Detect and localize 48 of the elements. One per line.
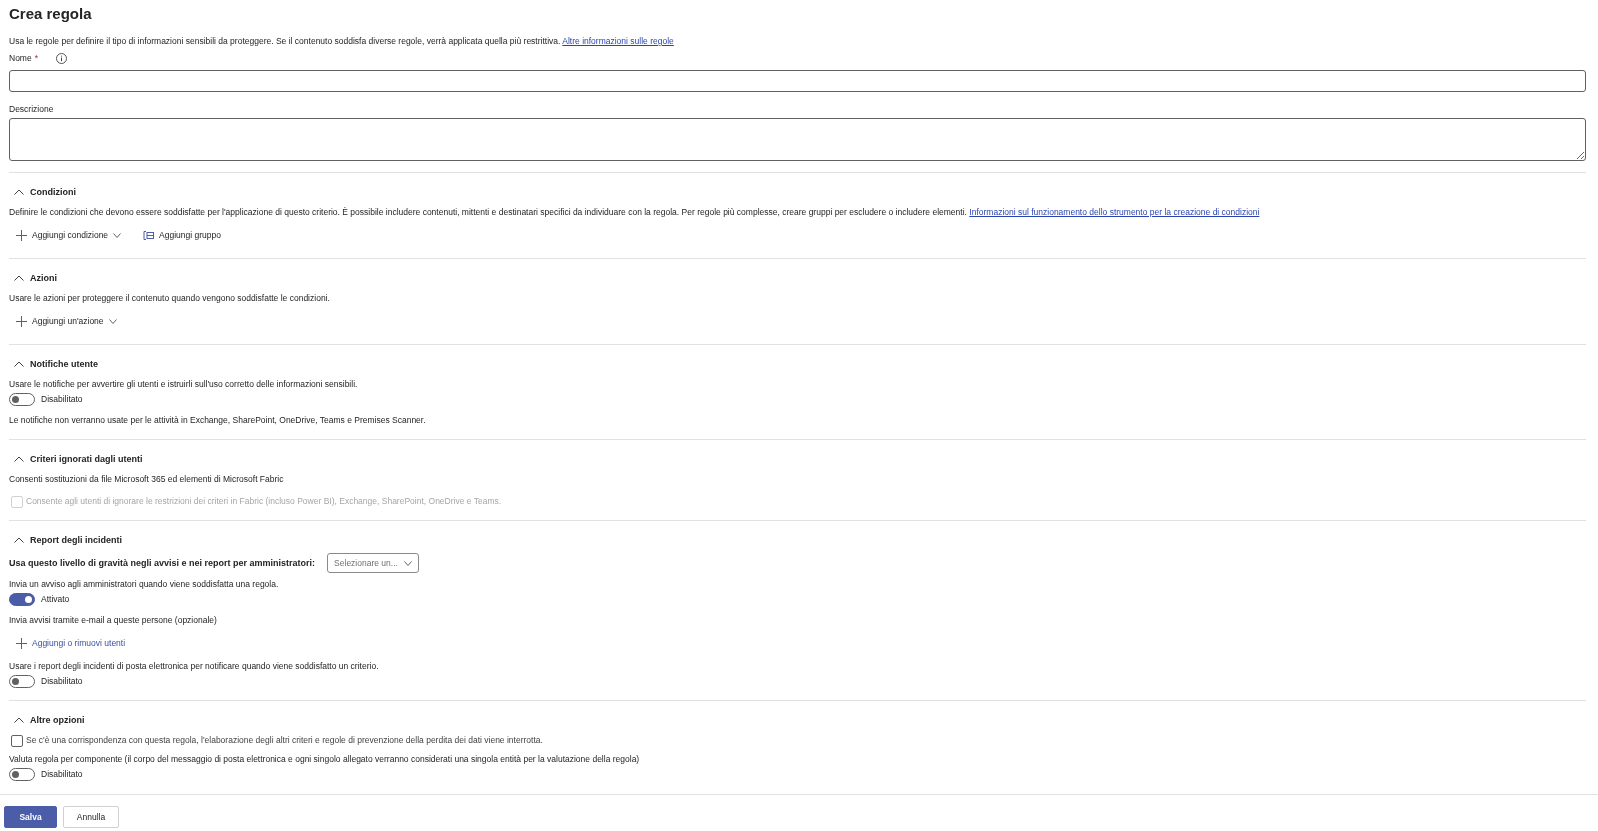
toggle-label: Disabilitato xyxy=(41,393,83,406)
plus-icon xyxy=(16,229,27,241)
section-text: Usare le azioni per proteggere il contenuto quando vengono soddisfatte le condizioni. xyxy=(9,292,331,305)
section-text: Usare i report degli incidenti di posta elettronica per notificare quando viene soddisfatto un criterio. xyxy=(9,660,380,673)
section-text: Definire le condizioni che devono essere soddisfatte per l'applicazione di questo criterio. È possibile includere contenuti, mittenti e destinatari specifici da individuare con la regola. Per regole più complesse, creare gruppi per escludere o includere elementi. Informazioni sul funzionamento dello strumento per la creazione di condizioni xyxy=(9,206,1261,219)
field-label: Descrizione xyxy=(9,103,54,116)
section-text: Usare le notifiche per avvertire gli utenti e istruirli sull'uso corretto delle informazioni sensibili. xyxy=(9,378,359,391)
add-button[interactable]: Aggiungi un'azione xyxy=(12,309,121,333)
page-title: Crea regola xyxy=(9,4,93,23)
info-icon[interactable] xyxy=(56,52,67,64)
plus-icon xyxy=(16,637,27,649)
toggle-switch[interactable] xyxy=(9,768,35,781)
group-icon xyxy=(143,230,155,240)
add-button[interactable]: Aggiungi condizione xyxy=(12,223,126,247)
toggle-label: Attivato xyxy=(41,593,70,606)
intro-text: Usa le regole per definire il tipo di informazioni sensibili da proteggere. Se il contenuto soddisfa diverse regole, verrà applicata quella più restrittiva. Altre informazioni sulle regole xyxy=(9,35,675,48)
section-text: Consenti sostituzioni da file Microsoft 365 ed elementi di Microsoft Fabric xyxy=(9,473,285,486)
chevron-down-icon xyxy=(404,560,413,566)
plus-icon xyxy=(16,315,27,327)
severity-dropdown[interactable]: Selezionare un... xyxy=(327,553,420,573)
checkbox-label: Se c'è una corrispondenza con questa regola, l'elaborazione degli altri criteri e regole di prevenzione della perdita dei dati viene interrotta. xyxy=(26,734,543,747)
field-label: Nome * xyxy=(9,52,38,65)
section-text: Invia avvisi tramite e-mail a queste persone (opzionale) xyxy=(9,614,218,627)
primary-button[interactable]: Salva xyxy=(4,806,57,828)
info-link[interactable]: Informazioni sul funzionamento dello strumento per la creazione di condizioni xyxy=(969,207,1260,217)
add-group-button[interactable]: Aggiungi gruppo xyxy=(139,223,225,247)
toggle-switch[interactable] xyxy=(9,675,35,688)
severity-label: Usa questo livello di gravità negli avvisi e nei report per amministratori: xyxy=(9,558,316,568)
description-textarea[interactable] xyxy=(9,118,1586,161)
toggle-label: Disabilitato xyxy=(41,768,83,781)
section-text: Invia un avviso agli amministratori quando viene soddisfatta una regola. xyxy=(9,578,280,591)
section-text: Valuta regola per componente (il corpo del messaggio di posta elettronica e ogni singolo allegato verranno considerati una singola entità per la valutazione della regola) xyxy=(9,753,641,766)
section-header[interactable]: Azioni xyxy=(9,271,57,285)
section-header[interactable]: Criteri ignorati dagli utenti xyxy=(9,452,143,466)
add-users-link[interactable]: Aggiungi o rimuovi utenti xyxy=(12,631,130,655)
name-input[interactable] xyxy=(9,70,1586,92)
secondary-button[interactable]: Annulla xyxy=(63,806,119,828)
section-header[interactable]: Altre opzioni xyxy=(9,713,85,727)
toggle-switch[interactable] xyxy=(9,593,35,606)
rules-info-link[interactable]: Altre informazioni sulle regole xyxy=(562,36,674,46)
toggle-switch[interactable] xyxy=(9,393,35,406)
section-header[interactable]: Condizioni xyxy=(9,185,76,199)
checkbox-label: Consente agli utenti di ignorare le restrizioni dei criteri in Fabric (incluso Power BI), Exchange, SharePoint, OneDrive e Teams. xyxy=(26,495,502,508)
toggle-label: Disabilitato xyxy=(41,675,83,688)
section-header[interactable]: Notifiche utente xyxy=(9,357,98,371)
section-text: Le notifiche non verranno usate per le attività in Exchange, SharePoint, OneDrive, Teams e Premises Scanner. xyxy=(9,414,427,427)
section-header[interactable]: Report degli incidenti xyxy=(9,533,122,547)
checkbox[interactable] xyxy=(11,734,23,747)
